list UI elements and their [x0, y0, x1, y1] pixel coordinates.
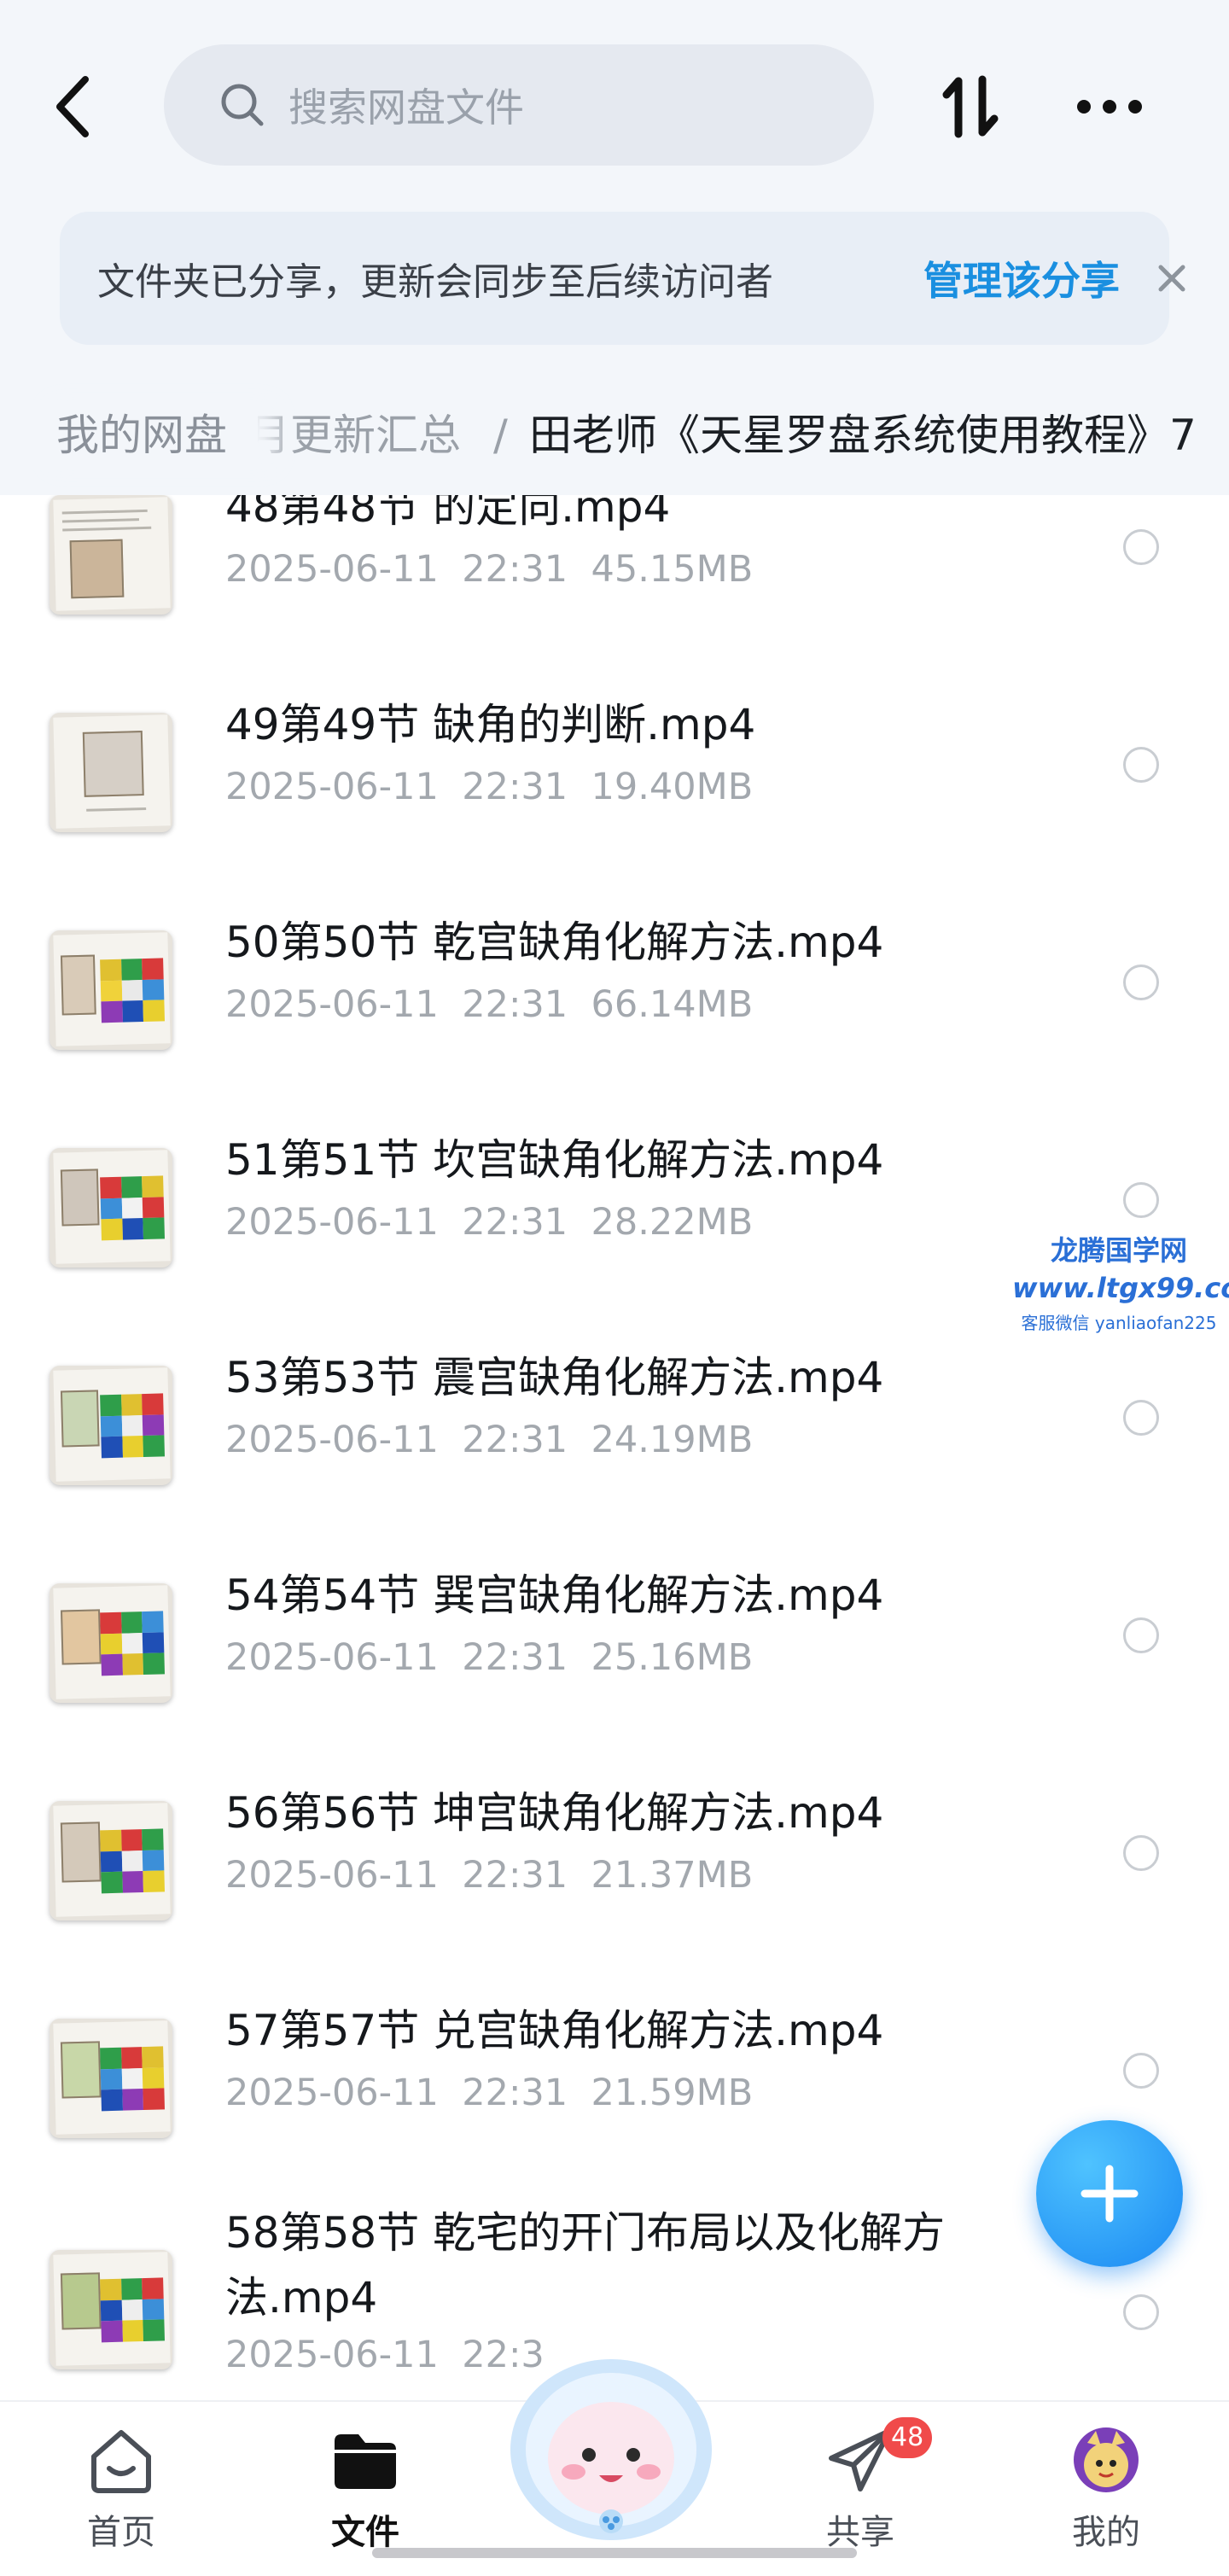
file-name: 48第48节 的定向.mp4: [225, 495, 671, 532]
breadcrumb-parent[interactable]: 月更新汇总: [248, 401, 461, 469]
file-size: 21.37MB: [591, 1854, 754, 1897]
back-icon: [56, 76, 89, 137]
watermark: 龙腾国学网 www.ltgx99.com 客服微信 yanliaofan225: [1012, 1229, 1229, 1334]
video-thumbnail: [50, 2019, 172, 2138]
breadcrumb-current[interactable]: 田老师《天星罗盘系统使用教程》7: [529, 401, 1197, 469]
avatar-icon: [1074, 2427, 1139, 2492]
search-icon: [221, 84, 264, 126]
file-browser-page: 搜索网盘文件 文件夹已分享，更新会同步至后续访问者 管理该分享 月更新汇总 我的…: [0, 0, 1229, 2576]
file-size: 25.16MB: [591, 1636, 754, 1679]
select-checkbox[interactable]: [1123, 2294, 1159, 2330]
nav-me-label: 我的: [1072, 2513, 1140, 2552]
list-item[interactable]: 48第48节 的定向.mp4 2025-06-11 22:31 45.15MB: [0, 495, 1229, 651]
list-item[interactable]: 56第56节 坤宫缺角化解方法.mp4 2025-06-11 22:31 21.…: [0, 1740, 1229, 1957]
add-button[interactable]: [1036, 2120, 1183, 2267]
select-checkbox[interactable]: [1123, 529, 1159, 565]
file-size: 45.15MB: [591, 548, 754, 591]
back-button[interactable]: [43, 68, 102, 145]
select-checkbox[interactable]: [1123, 1617, 1159, 1653]
video-thumbnail: [50, 1148, 172, 1268]
folder-icon: [335, 2434, 396, 2489]
file-size: 24.19MB: [591, 1419, 754, 1461]
watermark-sub: 客服微信 yanliaofan225: [1021, 1313, 1217, 1333]
video-thumbnail: [50, 930, 172, 1050]
file-size: 19.40MB: [591, 766, 754, 808]
nav-home[interactable]: 首页: [44, 2424, 198, 2569]
sort-icon: [942, 75, 999, 138]
share-banner-area: 文件夹已分享，更新会同步至后续访问者 管理该分享: [0, 205, 1229, 367]
search-placeholder: 搜索网盘文件: [288, 85, 524, 131]
home-indicator: [372, 2548, 857, 2558]
file-name: 51第51节 坎宫缺角化解方法.mp4: [225, 1135, 884, 1185]
nav-me[interactable]: 我的: [1029, 2424, 1183, 2569]
file-name: 54第54节 巽宫缺角化解方法.mp4: [225, 1571, 884, 1620]
file-name: 57第57节 兑宫缺角化解方法.mp4: [225, 2006, 884, 2055]
file-name: 53第53节 震宫缺角化解方法.mp4: [225, 1353, 884, 1402]
file-date: 2025-06-11 22:31: [225, 1419, 568, 1461]
nav-share-label: 共享: [826, 2513, 894, 2552]
select-checkbox[interactable]: [1123, 747, 1159, 783]
top-bar: 搜索网盘文件: [0, 0, 1229, 205]
plus-icon: [1080, 2165, 1139, 2223]
file-date: 2025-06-11 22:31: [225, 2072, 568, 2114]
file-size: 21.59MB: [591, 2072, 754, 2114]
file-meta: 2025-06-11 22:31 21.37MB: [225, 1854, 753, 1897]
sort-button[interactable]: [937, 68, 1005, 145]
video-thumbnail: [50, 1583, 172, 1703]
file-meta: 2025-06-11 22:31 21.59MB: [225, 2072, 753, 2114]
select-checkbox[interactable]: [1123, 965, 1159, 1000]
mascot-icon: [510, 2359, 712, 2540]
watermark-title: 龙腾国学网: [1050, 1234, 1187, 1267]
file-date: 2025-06-11 22:31: [225, 983, 568, 1026]
more-icon: [1077, 100, 1142, 114]
file-name: 56第56节 坤宫缺角化解方法.mp4: [225, 1788, 884, 1838]
breadcrumb: 月更新汇总 我的网盘 / 田老师《天星罗盘系统使用教程》7: [0, 367, 1229, 495]
more-button[interactable]: [1067, 68, 1152, 145]
file-date: 2025-06-11 22:31: [225, 1636, 568, 1679]
video-thumbnail: [50, 1801, 172, 1920]
home-icon: [91, 2430, 151, 2493]
search-input[interactable]: 搜索网盘文件: [164, 44, 874, 166]
list-item[interactable]: 53第53节 震宫缺角化解方法.mp4 2025-06-11 22:31 24.…: [0, 1304, 1229, 1522]
file-meta: 2025-06-11 22:31 19.40MB: [225, 766, 753, 808]
share-banner: 文件夹已分享，更新会同步至后续访问者 管理该分享: [60, 212, 1185, 345]
list-item[interactable]: 54第54节 巽宫缺角化解方法.mp4 2025-06-11 22:31 25.…: [0, 1522, 1229, 1740]
watermark-url: www.ltgx99.com: [1012, 1272, 1229, 1304]
file-meta: 2025-06-11 22:31 24.19MB: [225, 1419, 753, 1461]
file-meta: 2025-06-11 22:31 28.22MB: [225, 1201, 753, 1244]
breadcrumb-separator: /: [493, 411, 508, 460]
file-meta: 2025-06-11 22:31 25.16MB: [225, 1636, 753, 1679]
share-badge: 48: [882, 2417, 933, 2458]
file-name: 49第49节 缺角的判断.mp4: [225, 700, 756, 749]
select-checkbox[interactable]: [1123, 1835, 1159, 1871]
file-size: 28.22MB: [591, 1201, 754, 1244]
select-checkbox[interactable]: [1123, 2053, 1159, 2089]
file-meta: 2025-06-11 22:31 45.15MB: [225, 548, 753, 591]
video-thumbnail: [50, 1366, 172, 1485]
manage-share-link[interactable]: 管理该分享: [923, 250, 1120, 306]
file-date: 2025-06-11 22:31: [225, 766, 568, 808]
file-list: 48第48节 的定向.mp4 2025-06-11 22:31 45.15MB …: [0, 495, 1229, 2400]
close-icon[interactable]: [1150, 257, 1193, 300]
file-name: 50第50节 乾宫缺角化解方法.mp4: [225, 918, 884, 967]
mascot-button[interactable]: [495, 2339, 727, 2544]
file-size: 66.14MB: [591, 983, 754, 1026]
video-thumbnail: [50, 713, 172, 832]
list-item[interactable]: 57第57节 兑宫缺角化解方法.mp4 2025-06-11 22:31 21.…: [0, 1957, 1229, 2175]
nav-files-label: 文件: [331, 2513, 399, 2552]
file-date: 2025-06-11 22:31: [225, 548, 568, 591]
file-name: 58第58节 乾宅的开门布局以及化解方法.mp4: [225, 2208, 946, 2322]
video-thumbnail: [50, 495, 172, 615]
video-thumbnail: [50, 2250, 172, 2369]
file-meta: 2025-06-11 22:31 66.14MB: [225, 983, 753, 1026]
file-date: 2025-06-11 22:31: [225, 1854, 568, 1897]
banner-text: 文件夹已分享，更新会同步至后续访问者: [97, 260, 773, 304]
list-item[interactable]: 49第49节 缺角的判断.mp4 2025-06-11 22:31 19.40M…: [0, 651, 1229, 869]
nav-home-label: 首页: [87, 2513, 155, 2552]
list-item[interactable]: 50第50节 乾宫缺角化解方法.mp4 2025-06-11 22:31 66.…: [0, 869, 1229, 1087]
select-checkbox[interactable]: [1123, 1182, 1159, 1218]
breadcrumb-home[interactable]: 我的网盘: [26, 401, 258, 469]
select-checkbox[interactable]: [1123, 1400, 1159, 1436]
file-date: 2025-06-11 22:31: [225, 1201, 568, 1244]
